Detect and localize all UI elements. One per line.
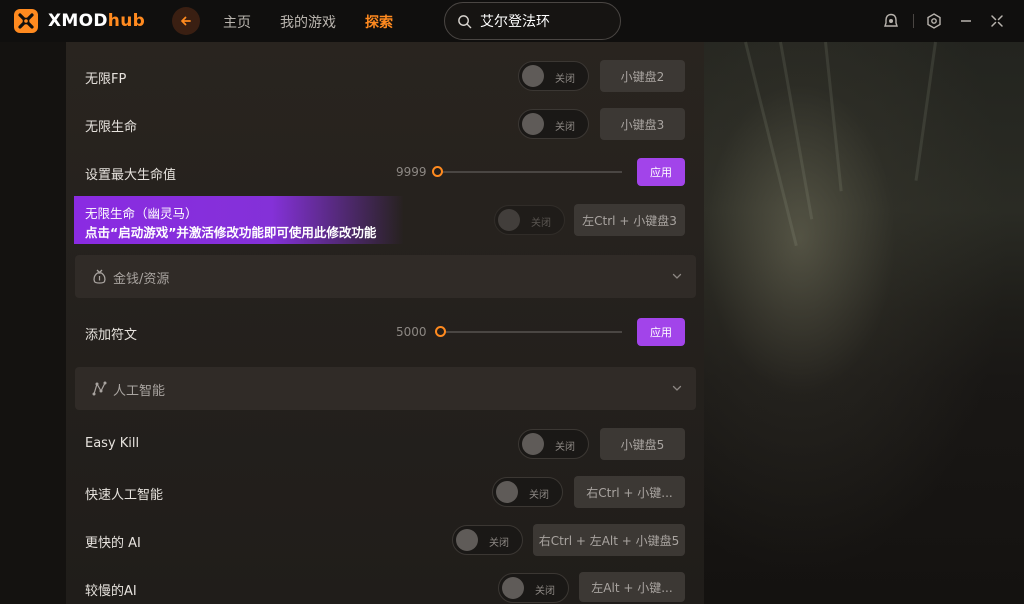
toggle-knob — [522, 113, 544, 135]
top-bar: XMODhub 主页 我的游戏 探索 — [0, 0, 1024, 42]
row-label-fast-ai: 快速人工智能 — [85, 488, 164, 503]
hotkey-ghost-health[interactable]: 左Ctrl + 小键盘3 — [574, 204, 685, 236]
money-bag-icon — [93, 269, 106, 284]
section-ai[interactable]: 人工智能 — [75, 367, 696, 410]
toggle-infinite-health[interactable]: 关闭 — [518, 109, 589, 139]
toggle-knob — [498, 209, 520, 231]
search-icon — [458, 14, 472, 28]
row-label-infinite-health: 无限生命 — [85, 120, 138, 135]
hotkey-fast-ai[interactable]: 右Ctrl + 小键... — [574, 476, 685, 508]
toggle-knob — [456, 529, 478, 551]
apply-button-max-health[interactable]: 应用 — [637, 158, 685, 186]
toggle-knob — [496, 481, 518, 503]
slider-thumb-add-runes[interactable] — [435, 326, 446, 337]
slider-track-max-health[interactable] — [438, 171, 622, 173]
row-label-faster-ai: 更快的 AI — [85, 536, 141, 551]
nav-home[interactable]: 主页 — [223, 12, 251, 32]
promo-message: 点击“启动游戏”并激活修改功能即可使用此修改功能 — [85, 225, 377, 240]
support-icon[interactable] — [882, 12, 900, 30]
promo-title: 无限生命（幽灵马） — [85, 206, 198, 221]
toggle-knob — [502, 577, 524, 599]
close-icon[interactable] — [988, 12, 1006, 30]
toggle-state-label: 关闭 — [529, 490, 549, 501]
back-arrow-icon — [181, 16, 191, 26]
logo[interactable]: XMODhub — [12, 7, 145, 35]
toggle-infinite-fp[interactable]: 关闭 — [518, 61, 589, 91]
toggle-slower-ai[interactable]: 关闭 — [498, 573, 569, 603]
toggle-fast-ai[interactable]: 关闭 — [492, 477, 563, 507]
apply-button-add-runes[interactable]: 应用 — [637, 318, 685, 346]
search-input[interactable] — [480, 13, 610, 29]
toggle-state-label: 关闭 — [555, 74, 575, 85]
row-label-infinite-fp: 无限FP — [85, 72, 127, 87]
section-title: 金钱/资源 — [113, 272, 170, 287]
search-box[interactable] — [444, 2, 621, 40]
minimize-icon[interactable] — [957, 12, 975, 30]
hotkey-easy-kill[interactable]: 小键盘5 — [600, 428, 685, 460]
toggle-state-label: 关闭 — [535, 586, 555, 597]
hotkey-slower-ai[interactable]: 左Alt + 小键... — [579, 572, 685, 602]
slider-value-max-health: 9999 — [396, 165, 427, 179]
back-button[interactable] — [172, 7, 200, 35]
slider-value-add-runes: 5000 — [396, 325, 427, 339]
chevron-down-icon — [672, 385, 682, 391]
toggle-state-label: 关闭 — [489, 538, 509, 549]
nav-explore[interactable]: 探索 — [365, 12, 393, 32]
title-bar-divider — [913, 14, 914, 28]
row-label-add-runes: 添加符文 — [85, 328, 138, 343]
settings-icon[interactable] — [925, 12, 943, 30]
toggle-faster-ai[interactable]: 关闭 — [452, 525, 523, 555]
logo-text-hub: hub — [107, 11, 146, 31]
logo-icon — [14, 9, 38, 33]
row-label-easy-kill: Easy Kill — [85, 436, 140, 451]
row-label-slower-ai: 较慢的AI — [85, 584, 137, 599]
chevron-down-icon — [672, 273, 682, 279]
slider-thumb-max-health[interactable] — [432, 166, 443, 177]
toggle-state-label: 关闭 — [555, 122, 575, 133]
toggle-easy-kill[interactable]: 关闭 — [518, 429, 589, 459]
toggle-knob — [522, 65, 544, 87]
toggle-state-label: 关闭 — [531, 218, 551, 229]
hotkey-faster-ai[interactable]: 右Ctrl + 左Alt + 小键盘5 — [533, 524, 685, 556]
activation-prompt-banner[interactable]: 无限生命（幽灵马） 点击“启动游戏”并激活修改功能即可使用此修改功能 — [74, 196, 404, 244]
toggle-state-label: 关闭 — [555, 442, 575, 453]
toggle-ghost-health[interactable]: 关闭 — [494, 205, 565, 235]
toggle-knob — [522, 433, 544, 455]
row-label-max-health: 设置最大生命值 — [85, 168, 177, 183]
game-artwork-background — [704, 41, 1024, 604]
logo-text: XMODhub — [48, 11, 145, 31]
nav-my-games[interactable]: 我的游戏 — [280, 12, 336, 32]
background-left — [0, 42, 66, 604]
hotkey-infinite-health[interactable]: 小键盘3 — [600, 108, 685, 140]
section-title: 人工智能 — [113, 384, 166, 399]
logo-text-xmod: XMOD — [48, 11, 108, 31]
slider-track-add-runes[interactable] — [441, 331, 622, 333]
ai-icon — [92, 381, 107, 396]
hotkey-infinite-fp[interactable]: 小键盘2 — [600, 60, 685, 92]
section-money-resources[interactable]: 金钱/资源 — [75, 255, 696, 298]
